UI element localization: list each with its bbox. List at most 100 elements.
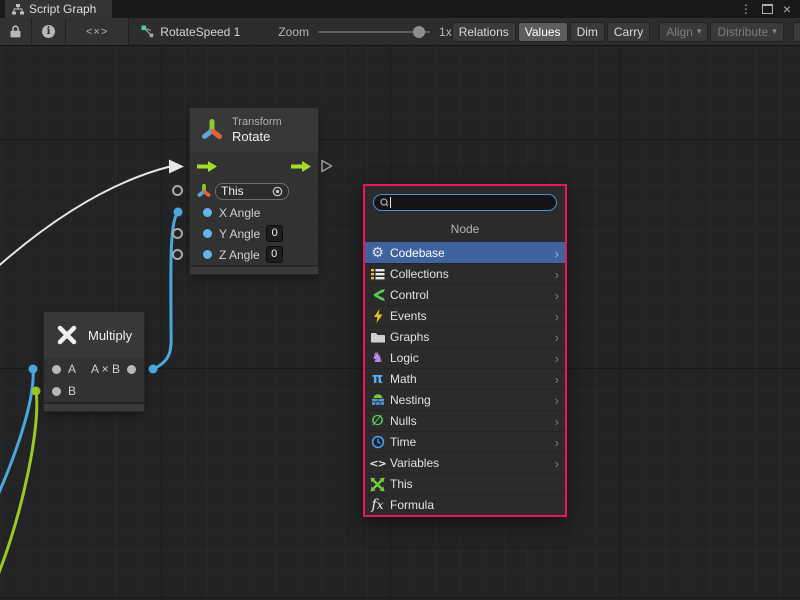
lightning-icon [369,309,386,323]
tab-script-graph[interactable]: Script Graph [5,0,112,18]
finder-list: ⚙ Codebase › Collections › [365,242,565,515]
y-angle-value-field[interactable]: 0 [266,225,283,242]
inspect-button[interactable]: i [32,18,66,45]
z-angle-row: Z Angle 0 [190,244,318,265]
node-title: Multiply [88,328,132,343]
zoom-value: 1x [439,25,452,39]
this-edge-port[interactable] [172,185,183,196]
carry-button[interactable]: Carry [607,22,650,42]
search-input[interactable] [395,196,550,209]
finder-item-collections[interactable]: Collections › [365,263,565,284]
b-label: B [68,384,76,398]
finder-item-nulls[interactable]: ∅ Nulls › [365,410,565,431]
finder-item-control[interactable]: Control › [365,284,565,305]
flow-out-port[interactable] [291,161,311,172]
search-field[interactable] [373,194,557,211]
b-port[interactable] [52,387,61,396]
script-graph-icon [12,4,24,15]
flow-out-edge-port[interactable] [320,159,334,173]
node-multiply[interactable]: Multiply A A × B B [44,312,144,411]
y-angle-port[interactable] [203,229,212,238]
chevron-down-icon: ▾ [697,26,702,37]
lock-icon [10,25,21,38]
a-port[interactable] [52,365,61,374]
x-angle-port[interactable] [203,208,212,217]
zoom-slider-knob[interactable] [413,26,425,38]
multiply-output: A × B [91,362,136,376]
this-port-row: This [190,180,318,202]
chevron-down-icon: ▾ [772,26,777,37]
zoom-control: Zoom 1x [278,25,451,39]
a-port-connected[interactable] [29,365,38,374]
zoom-slider[interactable] [318,31,430,33]
lock-button[interactable] [0,18,32,45]
z-angle-edge-port[interactable] [172,249,183,260]
axb-port[interactable] [127,365,136,374]
folder-icon [369,332,386,343]
distribute-dropdown[interactable]: Distribute ▾ [710,22,783,42]
finder-item-graphs[interactable]: Graphs › [365,326,565,347]
multiply-output-port-connected[interactable] [149,365,158,374]
relations-button[interactable]: Relations [452,22,516,42]
node-transform-rotate[interactable]: Transform Rotate This [190,108,318,274]
z-angle-value-field[interactable]: 0 [266,246,283,263]
y-angle-edge-port[interactable] [172,228,183,239]
chevron-right-icon: › [555,352,559,365]
finder-item-math[interactable]: π Math › [365,368,565,389]
chevron-right-icon: › [555,457,559,470]
fuzzy-finder-popup: Node ⚙ Codebase › Collections [363,184,567,517]
nesting-icon [369,394,386,406]
object-picker-icon[interactable] [272,186,283,197]
values-button[interactable]: Values [518,22,568,42]
finder-item-formula[interactable]: fx Formula [365,494,565,515]
finder-item-variables[interactable]: <> Variables › [365,452,565,473]
control-wire-arrowhead [169,160,184,174]
graph-toolbar: i <×> RotateSpeed 1 Zoom 1x Relations Va… [0,18,800,46]
node-footer [190,265,318,274]
z-angle-port[interactable] [203,250,212,259]
dim-button[interactable]: Dim [570,22,605,42]
flow-in-port[interactable] [197,161,217,172]
code-preview-button[interactable]: <×> [66,18,129,45]
search-area [365,186,565,216]
close-icon[interactable]: × [783,2,791,16]
transform-node-header[interactable]: Transform Rotate [190,108,318,152]
graph-canvas[interactable]: Transform Rotate This [0,46,800,600]
multiply-a-row: A A × B [44,358,144,380]
tab-label: Script Graph [29,2,96,16]
chevron-right-icon: › [555,373,559,386]
overview-button[interactable]: Overview [793,22,800,42]
control-wire [0,167,170,271]
pi-icon: π [369,372,386,386]
transform-mini-icon [197,183,211,199]
finder-item-codebase[interactable]: ⚙ Codebase › [365,242,565,263]
search-icon [380,198,388,208]
align-dropdown[interactable]: Align ▾ [659,22,708,42]
node-footer [44,402,144,411]
breadcrumb-label: RotateSpeed 1 [160,25,240,39]
finder-item-this[interactable]: This [365,473,565,494]
chevron-right-icon: › [555,247,559,260]
chevron-right-icon: › [555,310,559,323]
finder-item-events[interactable]: Events › [365,305,565,326]
wire-into-b [0,391,37,580]
window-menu-icon[interactable]: ⋮ [740,3,752,15]
chevron-right-icon: › [555,289,559,302]
node-kind: Transform [232,116,282,129]
breadcrumb[interactable]: RotateSpeed 1 [129,25,252,39]
chevron-right-icon: › [555,436,559,449]
multiply-node-header[interactable]: Multiply [44,312,144,358]
x-angle-row: X Angle [190,202,318,223]
b-port-connected[interactable] [32,387,41,396]
transform-icon [201,117,223,143]
multiply-icon [55,323,79,347]
finder-item-logic[interactable]: ♞ Logic › [365,347,565,368]
zoom-label: Zoom [278,25,309,39]
axb-label: A × B [91,362,120,376]
finder-item-nesting[interactable]: Nesting › [365,389,565,410]
xangle-port-connected[interactable] [174,208,183,217]
this-object-field[interactable]: This [215,183,289,200]
finder-item-time[interactable]: Time › [365,431,565,452]
maximize-icon[interactable] [762,4,773,14]
chevron-right-icon: › [555,415,559,428]
